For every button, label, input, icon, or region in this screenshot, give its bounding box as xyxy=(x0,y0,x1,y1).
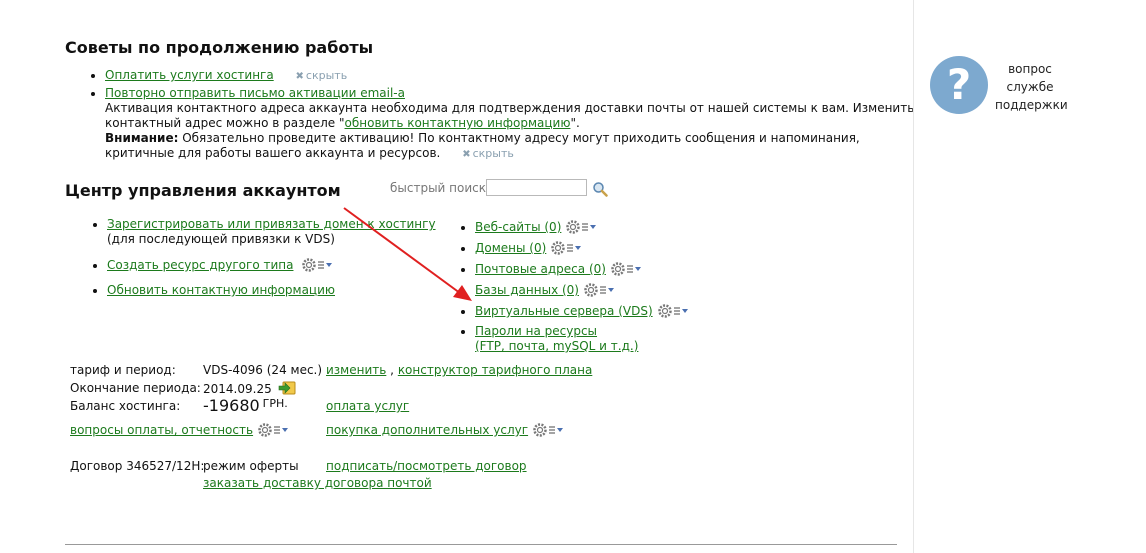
contract-label: Договор 346527/12Н: xyxy=(70,459,205,473)
passwords-link[interactable]: Пароли на ресурсы (FTP, почта, mySQL и т.… xyxy=(475,324,638,353)
balance-label: Баланс хостинга: xyxy=(70,399,181,413)
tariff-label: тариф и период: xyxy=(70,363,176,377)
quick-search-label: быстрый поиск: xyxy=(390,181,491,195)
gear-menu-icon[interactable] xyxy=(550,240,584,256)
quick-search: быстрый поиск: xyxy=(390,179,608,197)
end-value: 2014.09.25 xyxy=(203,381,296,396)
hide-tip-button[interactable]: ✖ скрыть xyxy=(296,69,348,82)
bottom-divider xyxy=(65,544,897,545)
update-contact-link-inline[interactable]: обновить контактную информацию xyxy=(345,116,571,130)
close-icon: ✖ xyxy=(462,149,471,160)
pay-services-link[interactable]: оплата услуг xyxy=(326,399,409,413)
pay-hosting-link[interactable]: Оплатить услуги хостинга xyxy=(105,68,274,82)
passwords-sub: (FTP, почта, mySQL и т.д.) xyxy=(475,339,639,353)
end-label: Окончание периода: xyxy=(70,381,201,395)
support-widget[interactable]: ? вопрос службе поддержки xyxy=(930,56,1070,116)
quick-search-input[interactable] xyxy=(486,179,587,196)
tip-item-activation: Повторно отправить письмо активации emai… xyxy=(105,86,915,162)
balance-currency: ГРН. xyxy=(262,397,288,410)
resource-item-mail: Почтовые адреса (0) xyxy=(475,261,775,277)
buy-extra-services-link[interactable]: покупка дополнительных услуг xyxy=(326,423,528,437)
pay-services-cell: оплата услуг xyxy=(326,399,409,413)
delivery-cell: заказать доставку договора почтой xyxy=(203,476,432,490)
domains-link[interactable]: Домены (0) xyxy=(475,241,546,255)
red-arrow-annotation xyxy=(343,207,472,301)
main-content: Советы по продолжению работы Оплатить ус… xyxy=(0,0,915,553)
gear-menu-icon[interactable] xyxy=(257,422,291,438)
tips-title: Советы по продолжению работы xyxy=(65,38,374,57)
databases-link[interactable]: Базы данных (0) xyxy=(475,283,579,297)
support-label[interactable]: вопрос службе поддержки xyxy=(995,60,1068,114)
gear-menu-icon[interactable] xyxy=(532,422,566,438)
tariff-links: изменить , конструктор тарифного плана xyxy=(326,363,592,377)
payment-questions-link[interactable]: вопросы оплаты, отчетность xyxy=(70,423,253,437)
support-line-1: вопрос xyxy=(1008,62,1052,76)
create-resource-link[interactable]: Создать ресурс другого типа xyxy=(107,258,293,272)
support-line-2: службе xyxy=(1006,80,1054,94)
balance-amount: -19680 xyxy=(203,396,260,415)
support-line-3: поддержки xyxy=(995,98,1068,112)
resource-item-domains: Домены (0) xyxy=(475,240,775,256)
extend-period-icon[interactable] xyxy=(278,381,296,395)
hide-tip-button-2[interactable]: ✖ скрыть xyxy=(462,147,514,160)
payment-cell: вопросы оплаты, отчетность xyxy=(70,422,291,438)
register-note: (для последующей привязки к VDS) xyxy=(107,232,335,246)
end-date: 2014.09.25 xyxy=(203,382,272,396)
sign-contract-link[interactable]: подписать/посмотреть договор xyxy=(326,459,527,473)
resend-activation-link[interactable]: Повторно отправить письмо активации emai… xyxy=(105,86,405,100)
websites-link[interactable]: Веб-сайты (0) xyxy=(475,220,561,234)
question-icon[interactable]: ? xyxy=(930,56,988,114)
gear-menu-icon[interactable] xyxy=(583,282,617,298)
resource-item-passwords: Пароли на ресурсы(FTP, почта, mySQL и т.… xyxy=(475,324,775,354)
tariff-constructor-link[interactable]: конструктор тарифного плана xyxy=(398,363,593,377)
balance-value: -19680 ГРН. xyxy=(203,396,288,415)
buy-extra-cell: покупка дополнительных услуг xyxy=(326,422,566,438)
order-delivery-link[interactable]: заказать доставку договора почтой xyxy=(203,476,432,490)
hide-label: скрыть xyxy=(305,69,348,82)
gear-menu-icon[interactable] xyxy=(565,219,599,235)
resource-item-databases: Базы данных (0) xyxy=(475,282,775,298)
resource-item-websites: Веб-сайты (0) xyxy=(475,219,775,235)
update-contact-link[interactable]: Обновить контактную информацию xyxy=(107,283,335,297)
resources-list: Веб-сайты (0) Домены (0) Почтовые адреса… xyxy=(460,219,775,359)
hide-label: скрыть xyxy=(472,147,514,160)
tip-item-pay: Оплатить услуги хостинга ✖скрыть xyxy=(105,68,915,84)
close-icon: ✖ xyxy=(295,71,304,82)
gear-menu-icon[interactable] xyxy=(610,261,644,277)
attention-label: Внимание: xyxy=(105,131,179,145)
comma: , xyxy=(390,363,394,377)
gear-menu-icon[interactable] xyxy=(657,303,691,319)
sign-contract-cell: подписать/посмотреть договор xyxy=(326,459,527,473)
tips-list: Оплатить услуги хостинга ✖скрыть Повторн… xyxy=(90,68,915,164)
account-center-title: Центр управления аккаунтом xyxy=(65,181,341,200)
search-icon[interactable] xyxy=(592,181,608,197)
resource-item-vds: Виртуальные сервера (VDS) xyxy=(475,303,775,319)
contract-mode: режим оферты xyxy=(203,459,299,473)
change-tariff-link[interactable]: изменить xyxy=(326,363,386,377)
mail-link[interactable]: Почтовые адреса (0) xyxy=(475,262,606,276)
activation-text-end: ". xyxy=(570,116,580,130)
tariff-value: VDS-4096 (24 мес.) xyxy=(203,363,323,377)
passwords-label: Пароли на ресурсы xyxy=(475,324,598,338)
vds-link[interactable]: Виртуальные сервера (VDS) xyxy=(475,304,653,318)
gear-menu-icon[interactable] xyxy=(301,257,335,273)
